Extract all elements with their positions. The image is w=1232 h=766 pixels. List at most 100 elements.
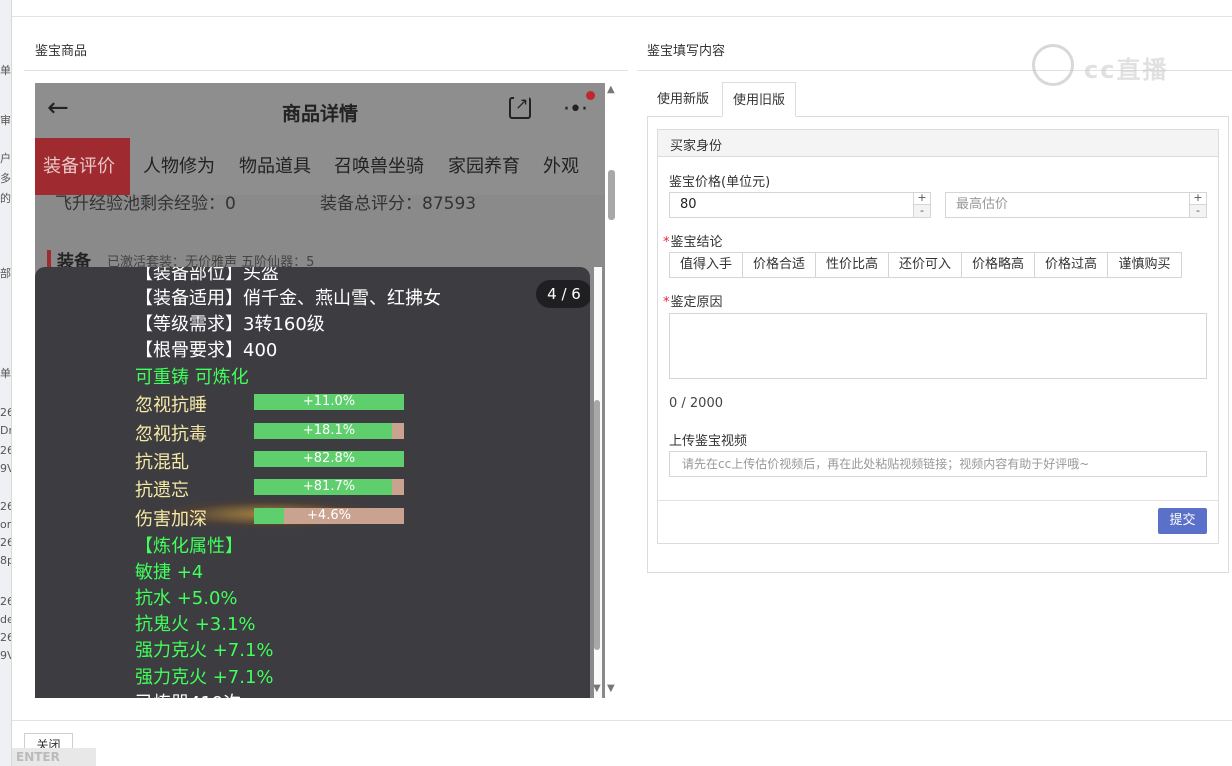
tab-summons[interactable]: 召唤兽坐骑 — [334, 138, 424, 195]
stat-label: 抗遗忘 — [135, 480, 189, 501]
option-good-value[interactable]: 性价比高 — [815, 252, 889, 278]
stat-value: +81.7% — [302, 479, 356, 494]
equipment-tooltip: 【装备部位】头盔 【装备适用】俏千金、燕山雪、红拂女 【等级需求】3转160级 … — [35, 267, 590, 698]
notification-dot — [586, 91, 595, 100]
share-icon[interactable] — [509, 94, 531, 119]
stat-bar: +18.1% — [254, 423, 404, 439]
option-cautious[interactable]: 谨慎购买 — [1107, 252, 1182, 278]
background-text: Dr — [0, 424, 12, 437]
background-text: 26 — [0, 500, 11, 513]
stat-label: 忽视抗毒 — [135, 424, 207, 445]
minus-icon[interactable]: - — [1190, 204, 1206, 217]
stat-bar: +4.6% — [254, 508, 404, 524]
plus-icon[interactable]: + — [914, 192, 930, 204]
price-stepper[interactable]: + - — [913, 192, 930, 218]
watermark-text: cc直播 — [1084, 56, 1169, 84]
image-counter: 4 / 6 — [536, 280, 590, 308]
background-text: 多 — [0, 172, 11, 185]
background-text: 部 — [0, 267, 11, 280]
background-text: 9V — [0, 649, 11, 662]
phone-tabs: 装备评价 人物修为 物品道具 召唤兽坐骑 家园养育 外观 — [35, 138, 605, 195]
option-worth-buying[interactable]: 值得入手 — [669, 252, 743, 278]
refine-line: 敏捷 +4 — [135, 562, 204, 583]
background-text: 26 — [0, 631, 11, 644]
preview-scrollbar[interactable] — [608, 170, 615, 220]
tab-appearance[interactable]: 外观 — [543, 138, 579, 195]
modal-top-bar — [12, 0, 1232, 17]
option-fair-price[interactable]: 价格合适 — [742, 252, 816, 278]
form-divider — [658, 500, 1218, 501]
recast-text: 可重铸 可炼化 — [135, 367, 249, 388]
stat-value: +11.0% — [302, 394, 356, 409]
stat-bar: +11.0% — [254, 394, 404, 410]
tooltip-line: 【根骨要求】400 — [135, 340, 278, 361]
refine-line: 抗水 +5.0% — [135, 588, 238, 609]
stat-value: +18.1% — [302, 423, 356, 438]
tab-character[interactable]: 人物修为 — [143, 138, 215, 195]
reason-label-text: 鉴定原因 — [670, 295, 723, 310]
stat-bar: +82.8% — [254, 451, 404, 467]
tooltip-line: 【等级需求】3转160级 — [135, 314, 325, 335]
video-link-input[interactable]: 请先在cc上传估价视频后，再在此处粘贴视频链接；视频内容有助于好评哦~ — [669, 451, 1207, 477]
background-text: 审 — [0, 114, 11, 127]
page: 单审户多的部单26Dr269V26om268p26de269V 鉴宝商品 鉴宝填… — [0, 0, 1232, 766]
right-section-title: 鉴宝填写内容 — [647, 44, 726, 59]
char-counter: 0 / 2000 — [669, 396, 723, 411]
fieldset-title: 买家身份 — [670, 139, 723, 154]
conclusion-label: *鉴宝结论 — [663, 231, 723, 250]
tab-new-version[interactable]: 使用新版 — [647, 82, 719, 117]
reason-textarea[interactable] — [669, 313, 1207, 379]
fieldset-header: 买家身份 — [658, 130, 1218, 157]
tab-items[interactable]: 物品道具 — [239, 138, 311, 195]
stat-value: +82.8% — [302, 451, 356, 466]
refine-line: 抗鬼火 +3.1% — [135, 614, 256, 635]
refine-header: 【炼化属性】 — [135, 536, 243, 557]
scroll-down-icon[interactable]: ▼ — [593, 683, 601, 694]
tab-equipment[interactable]: 装备评价 — [35, 138, 130, 195]
cc-logo-icon — [1032, 44, 1074, 86]
plus-icon[interactable]: + — [1190, 192, 1206, 204]
background-text: 9V — [0, 462, 11, 475]
refine-line: 强力克火 +7.1% — [135, 667, 274, 688]
tooltip-line: 【装备部位】头盔 — [135, 267, 279, 284]
submit-button[interactable]: 提交 — [1158, 508, 1207, 534]
background-text: 单 — [0, 64, 11, 77]
enter-ghost: ENTER — [12, 748, 96, 766]
background-text: 的 — [0, 192, 11, 205]
scroll-up-icon[interactable]: ▲ — [607, 84, 615, 95]
more-icon[interactable]: ·•· — [563, 97, 588, 122]
faded-score-text: 装备总评分：87593 — [320, 194, 477, 214]
cc-watermark: cc直播 — [1032, 44, 1192, 86]
scroll-down-icon[interactable]: ▼ — [607, 683, 615, 694]
price-label: 鉴宝价格(单位元) — [669, 175, 771, 190]
tab-old-version[interactable]: 使用旧版 — [722, 82, 797, 117]
left-section-title: 鉴宝商品 — [35, 44, 88, 59]
stat-label: 忽视抗睡 — [135, 395, 207, 416]
refine-line: 强力克火 +7.1% — [135, 640, 274, 661]
max-price-input[interactable]: 最高估价 — [945, 192, 1207, 218]
footer-divider — [12, 720, 1232, 721]
stat-value: +4.6% — [307, 508, 351, 523]
required-mark: * — [663, 235, 670, 250]
left-title-divider — [24, 70, 628, 71]
option-too-high[interactable]: 价格过高 — [1034, 252, 1108, 278]
background-text: 26 — [0, 595, 11, 608]
tooltip-line: 【装备适用】俏千金、燕山雪、红拂女 — [135, 288, 441, 309]
video-label: 上传鉴宝视频 — [669, 434, 748, 449]
max-price-stepper[interactable]: + - — [1189, 192, 1206, 218]
stat-label: 抗混乱 — [135, 452, 189, 473]
option-negotiable[interactable]: 还价可入 — [888, 252, 962, 278]
tooltip-scrollbar[interactable] — [594, 400, 600, 650]
price-input[interactable]: 80 — [669, 192, 931, 218]
max-price-placeholder: 最高估价 — [956, 197, 1009, 212]
refine-line: 已炼器419次 — [135, 689, 241, 698]
background-text: 户 — [0, 152, 11, 165]
tab-home[interactable]: 家园养育 — [448, 138, 520, 195]
minus-icon[interactable]: - — [914, 204, 930, 217]
background-text: 26 — [0, 536, 11, 549]
required-mark: * — [663, 295, 670, 310]
reason-label: *鉴定原因 — [663, 291, 723, 310]
background-text: 8p — [0, 554, 11, 567]
background-text: om — [0, 518, 11, 531]
option-slightly-high[interactable]: 价格略高 — [961, 252, 1035, 278]
